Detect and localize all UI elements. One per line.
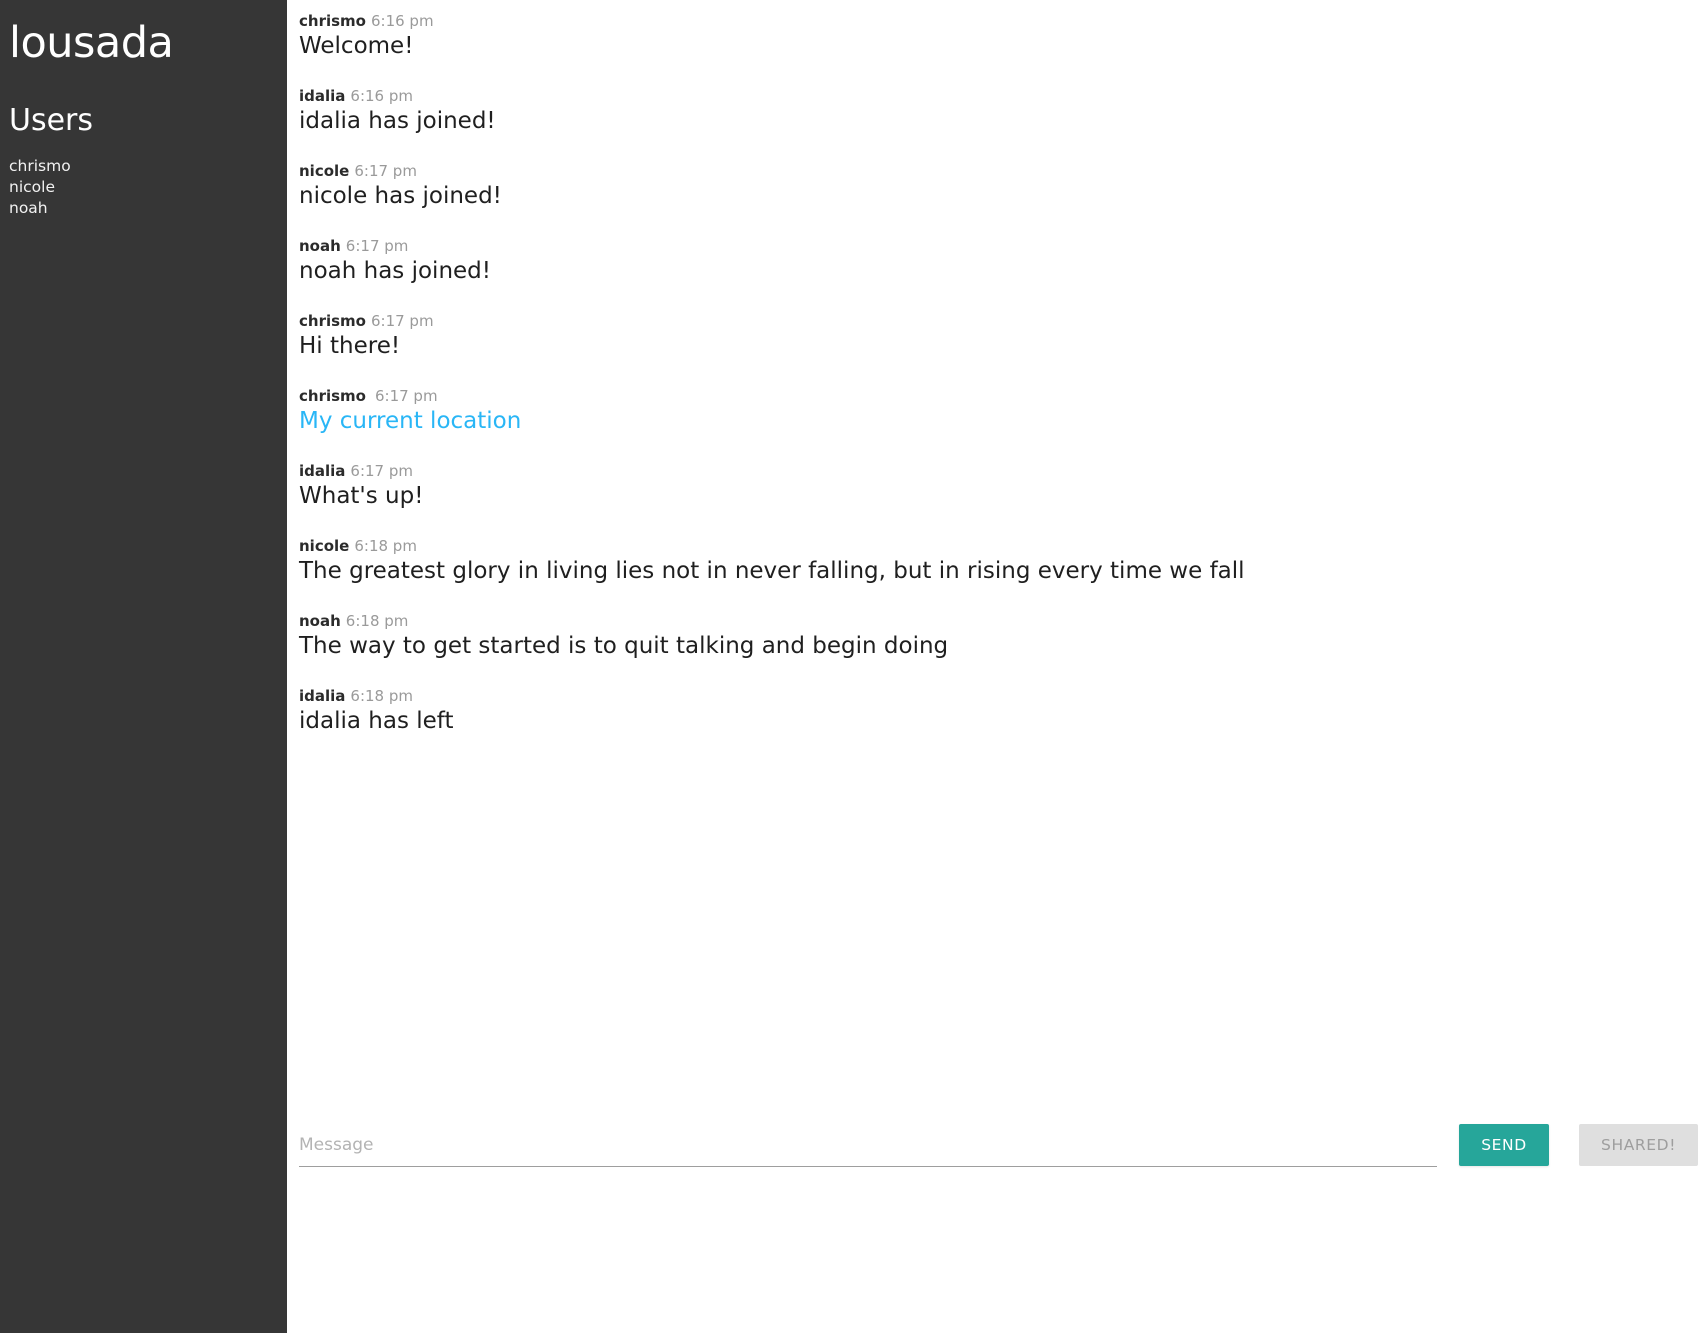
message-input[interactable] <box>299 1133 1437 1167</box>
message-body: What's up! <box>299 483 424 509</box>
message-timestamp: 6:18 pm <box>345 612 409 630</box>
user-list-item: chrismo <box>9 157 71 175</box>
message-body: Welcome! <box>299 33 414 59</box>
message-body: The way to get started is to quit talkin… <box>299 633 949 659</box>
message-meta: chrismo 6:16 pm <box>299 12 1707 30</box>
message-body: Hi there! <box>299 333 401 359</box>
message-author: nicole <box>299 537 350 555</box>
user-list: chrismo nicole noah <box>0 156 287 219</box>
message-meta: idalia 6:18 pm <box>299 687 1707 705</box>
chat-panel: chrismo 6:16 pm Welcome! idalia 6:16 pm idali… <box>287 0 1707 1333</box>
message-item: idalia 6:18 pm idalia has left <box>299 687 1707 736</box>
message-body: idalia has joined! <box>299 108 496 134</box>
message-author: noah <box>299 237 341 255</box>
composer-actions: Send Shared! <box>1459 1124 1699 1167</box>
message-author: chrismo <box>299 312 366 330</box>
user-list-item: noah <box>9 199 48 217</box>
message-author: nicole <box>299 162 350 180</box>
message-item: chrismo 6:16 pm Welcome! <box>299 12 1707 61</box>
message-author: chrismo <box>299 387 366 405</box>
message-body: My current location <box>299 407 1707 436</box>
composer: Send Shared! <box>287 1124 1707 1333</box>
message-input-wrapper <box>299 1133 1459 1167</box>
message-meta: noah 6:18 pm <box>299 612 1707 630</box>
message-timestamp: 6:17 pm <box>370 312 434 330</box>
message-item: nicole 6:17 pm nicole has joined! <box>299 162 1707 211</box>
message-item: idalia 6:16 pm idalia has joined! <box>299 87 1707 136</box>
message-body: The greatest glory in living lies not in… <box>299 558 1245 584</box>
message-body: idalia has left <box>299 708 454 734</box>
message-body: noah has joined! <box>299 258 491 284</box>
location-link[interactable]: My current location <box>299 408 521 434</box>
message-timestamp: 6:16 pm <box>370 12 434 30</box>
message-meta: nicole 6:18 pm <box>299 537 1707 555</box>
user-list-item: nicole <box>9 178 55 196</box>
message-author: idalia <box>299 687 346 705</box>
message-timestamp: 6:17 pm <box>354 162 417 180</box>
message-timestamp: 6:18 pm <box>350 687 413 705</box>
message-timestamp: 6:16 pm <box>350 87 413 105</box>
sidebar: lousada Users chrismo nicole noah <box>0 0 287 1333</box>
message-meta: chrismo 6:17 pm <box>299 312 1707 330</box>
message-list: chrismo 6:16 pm Welcome! idalia 6:16 pm idali… <box>287 0 1707 1124</box>
app-title: lousada <box>9 18 174 68</box>
message-author: chrismo <box>299 12 366 30</box>
message-author: noah <box>299 612 341 630</box>
message-item: chrismo 6:17 pm Hi there! <box>299 312 1707 361</box>
message-meta: chrismo 6:17 pm <box>299 387 1707 405</box>
message-timestamp: 6:17 pm <box>350 462 413 480</box>
shared-button[interactable]: Shared! <box>1579 1124 1699 1166</box>
message-item: nicole 6:18 pm The greatest glory in livin… <box>299 537 1707 586</box>
users-heading: Users <box>9 103 94 138</box>
message-item: noah 6:17 pm noah has joined! <box>299 237 1707 286</box>
message-meta: noah 6:17 pm <box>299 237 1707 255</box>
message-author: idalia <box>299 87 346 105</box>
message-author: idalia <box>299 462 346 480</box>
message-meta: nicole 6:17 pm <box>299 162 1707 180</box>
message-timestamp: 6:17 pm <box>345 237 409 255</box>
message-meta: idalia 6:17 pm <box>299 462 1707 480</box>
message-timestamp: 6:17 pm <box>374 387 438 405</box>
message-timestamp: 6:18 pm <box>354 537 417 555</box>
message-meta: idalia 6:16 pm <box>299 87 1707 105</box>
message-item: idalia 6:17 pm What's up! <box>299 462 1707 511</box>
app-root: lousada Users chrismo nicole noah chrismo 6… <box>0 0 1707 1333</box>
message-body: nicole has joined! <box>299 183 502 209</box>
message-item: noah 6:18 pm The way to get started is to … <box>299 612 1707 661</box>
send-button[interactable]: Send <box>1459 1124 1549 1166</box>
message-item: chrismo 6:17 pm My current location <box>299 387 1707 436</box>
